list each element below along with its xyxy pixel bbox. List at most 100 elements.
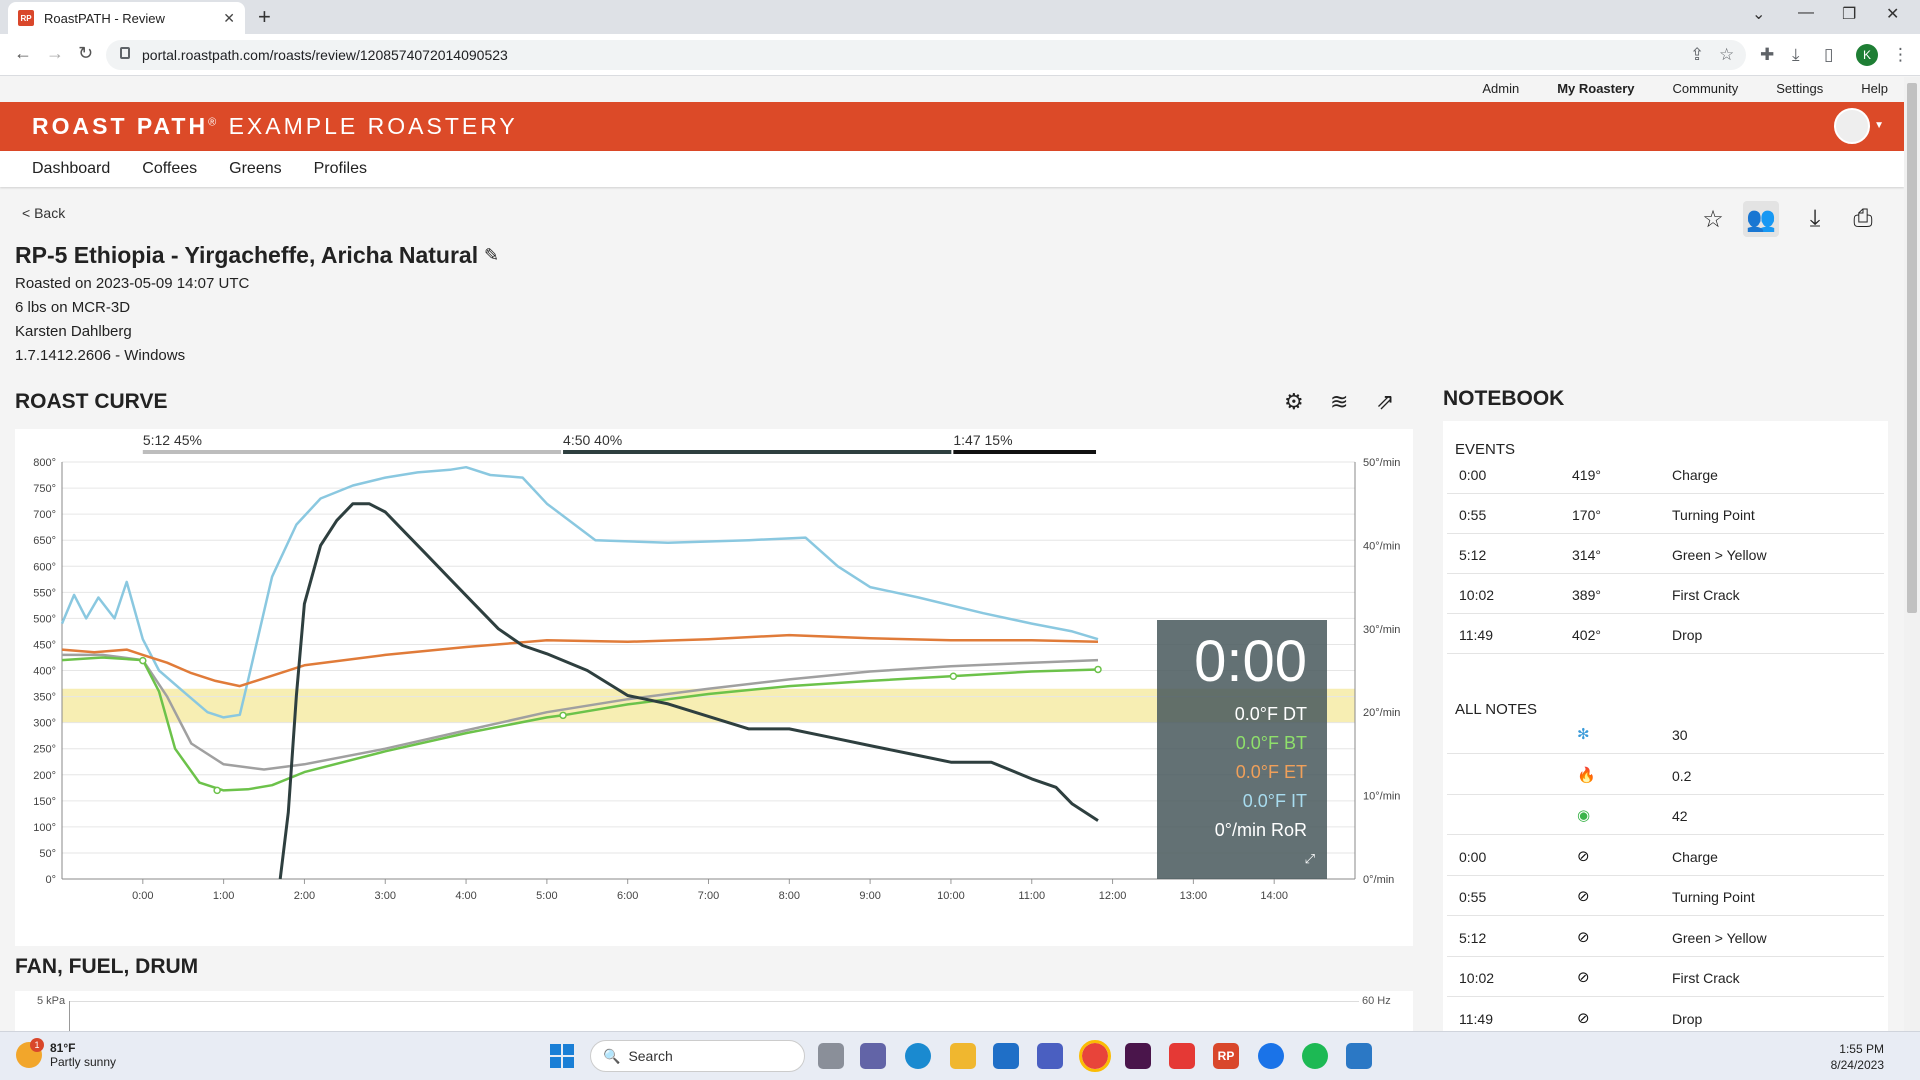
roastery-avatar[interactable] xyxy=(1834,108,1870,144)
event-row[interactable]: 11:49 402° Drop xyxy=(1447,615,1884,654)
weather-sun-icon: 1 xyxy=(16,1038,44,1068)
event-row[interactable]: 10:02 389° First Crack xyxy=(1447,575,1884,614)
settings-gear-icon[interactable]: ⚙ xyxy=(1284,389,1304,415)
maximize-icon[interactable]: ❐ xyxy=(1842,4,1856,24)
edge-icon[interactable] xyxy=(905,1043,931,1069)
page-scrollbar[interactable] xyxy=(1904,77,1920,1031)
x-tick-label: 2:00 xyxy=(294,890,315,902)
app-icon[interactable] xyxy=(1346,1043,1372,1069)
y-tick-label: 50° xyxy=(39,848,56,860)
note-row[interactable]: ◉ 42 xyxy=(1447,796,1884,835)
note-row[interactable]: 5:12 ⊘ Green > Yellow xyxy=(1447,918,1884,957)
note-row[interactable]: 10:02 ⊘ First Crack xyxy=(1447,958,1884,997)
phase-label: 1:47 15% xyxy=(953,432,1012,448)
event-icon: ⊘ xyxy=(1577,1009,1590,1027)
profile-avatar[interactable]: K xyxy=(1856,44,1878,66)
scrollbar-thumb[interactable] xyxy=(1907,83,1917,613)
teams-icon[interactable] xyxy=(860,1043,886,1069)
topnav-community[interactable]: Community xyxy=(1673,81,1739,96)
slack-icon[interactable] xyxy=(1125,1043,1151,1069)
url-field[interactable]: portal.roastpath.com/roasts/review/12085… xyxy=(106,40,1746,70)
note-time: 0:55 xyxy=(1459,889,1487,905)
tab-search-icon[interactable]: ⌄ xyxy=(1752,4,1765,24)
print-icon[interactable]: ⎙ xyxy=(1845,201,1881,237)
reload-icon[interactable]: ↻ xyxy=(78,43,93,64)
nav-dashboard[interactable]: Dashboard xyxy=(32,160,110,178)
y-tick-label: 450° xyxy=(33,639,56,651)
y-tick-label: 400° xyxy=(33,666,56,678)
nav-greens[interactable]: Greens xyxy=(229,160,281,178)
topnav-my-roastery[interactable]: My Roastery xyxy=(1557,81,1634,96)
note-row[interactable]: ✻ 30 xyxy=(1447,715,1884,754)
readout-bt: 0.0°F BT xyxy=(1235,733,1307,753)
nav-profiles[interactable]: Profiles xyxy=(314,160,367,178)
layers-icon[interactable]: ≋ xyxy=(1330,389,1348,415)
note-row[interactable]: 11:49 ⊘ Drop xyxy=(1447,999,1884,1032)
topnav-admin[interactable]: Admin xyxy=(1482,81,1519,96)
note-row[interactable]: 0:00 ⊘ Charge xyxy=(1447,837,1884,876)
side-panel-icon[interactable]: ▯ xyxy=(1824,45,1833,65)
favorite-star-icon[interactable]: ☆ xyxy=(1695,201,1731,237)
extensions-icon[interactable]: ✚ xyxy=(1760,45,1774,65)
close-tab-icon[interactable]: ✕ xyxy=(223,10,235,27)
weather-widget[interactable]: 1 81°F Partly sunny xyxy=(16,1038,117,1069)
bookmark-star-icon[interactable]: ☆ xyxy=(1719,45,1734,65)
app-icon[interactable] xyxy=(1037,1043,1063,1069)
topnav-settings[interactable]: Settings xyxy=(1776,81,1823,96)
event-row[interactable]: 5:12 314° Green > Yellow xyxy=(1447,535,1884,574)
y-tick-label: 600° xyxy=(33,561,56,573)
brand-logo[interactable]: ROAST PATH® EXAMPLE ROASTERY xyxy=(32,113,518,140)
note-value: 30 xyxy=(1672,727,1688,743)
x-tick-label: 10:00 xyxy=(937,890,965,902)
notebook-panel: EVENTS 0:00 419° Charge 0:55 170° Turning Poi… xyxy=(1443,421,1888,1031)
app-icon[interactable] xyxy=(1169,1043,1195,1069)
fan-fuel-drum-chart[interactable]: 5 kPa 60 Hz xyxy=(15,991,1413,1031)
y-tick-label: 700° xyxy=(33,509,56,521)
browser-tab[interactable]: RP RoastPATH - Review ✕ xyxy=(8,2,245,34)
mail-icon[interactable] xyxy=(993,1043,1019,1069)
chrome-icon[interactable] xyxy=(1079,1040,1111,1072)
compare-users-icon[interactable]: 👥 xyxy=(1743,201,1779,237)
share-icon[interactable]: ⇪ xyxy=(1690,45,1704,65)
back-arrow-icon[interactable]: ← xyxy=(14,43,32,64)
flame-icon: 🔥 xyxy=(1577,766,1596,784)
close-window-icon[interactable]: ✕ xyxy=(1886,4,1899,24)
series-line-bt xyxy=(61,656,1099,792)
event-row[interactable]: 0:00 419° Charge xyxy=(1447,455,1884,494)
system-clock[interactable]: 1:55 PM 8/24/2023 xyxy=(1831,1041,1884,1073)
note-time: 11:49 xyxy=(1459,1010,1493,1027)
download-roast-icon[interactable]: ⤓ xyxy=(1797,201,1833,237)
minimize-icon[interactable]: — xyxy=(1798,4,1814,22)
nav-coffees[interactable]: Coffees xyxy=(142,160,197,178)
topnav-help[interactable]: Help xyxy=(1861,81,1888,96)
task-view-icon[interactable] xyxy=(818,1043,844,1069)
file-explorer-icon[interactable] xyxy=(950,1043,976,1069)
new-tab-icon[interactable]: + xyxy=(258,4,271,30)
weather-desc: Partly sunny xyxy=(50,1055,117,1069)
menu-kebab-icon[interactable]: ⋮ xyxy=(1892,45,1909,65)
download-icon[interactable]: ⤓ xyxy=(1792,45,1800,65)
taskbar-search[interactable]: 🔍 Search xyxy=(590,1040,805,1072)
windows-start-icon[interactable] xyxy=(550,1044,574,1068)
note-row[interactable]: 0:55 ⊘ Turning Point xyxy=(1447,877,1884,916)
edit-pencil-icon[interactable]: ✎ xyxy=(484,245,499,266)
note-time: 0:00 xyxy=(1459,848,1487,865)
readout-ror: 0°/min RoR xyxy=(1214,820,1307,840)
forward-arrow-icon[interactable]: → xyxy=(46,43,64,64)
caret-down-icon[interactable]: ▼ xyxy=(1874,120,1884,131)
expand-icon[interactable]: ⤢ xyxy=(1305,851,1315,867)
event-row[interactable]: 0:55 170° Turning Point xyxy=(1447,495,1884,534)
roastpath-app-icon[interactable]: RP xyxy=(1213,1043,1239,1069)
note-value: 42 xyxy=(1672,808,1688,824)
spotify-icon[interactable] xyxy=(1302,1043,1328,1069)
note-value: First Crack xyxy=(1672,970,1740,986)
y-tick-label: 200° xyxy=(33,770,56,782)
y2-tick-label: 40°/min xyxy=(1363,540,1400,552)
share-export-icon[interactable]: ⇗ xyxy=(1376,389,1394,415)
event-marker xyxy=(139,656,147,665)
zoom-icon[interactable] xyxy=(1258,1043,1284,1069)
event-marker xyxy=(949,672,958,680)
note-row[interactable]: 🔥 0.2 xyxy=(1447,756,1884,795)
roast-title: RP-5 Ethiopia - Yirgacheffe, Aricha Natu… xyxy=(15,242,479,268)
back-link[interactable]: < Back xyxy=(22,205,65,221)
